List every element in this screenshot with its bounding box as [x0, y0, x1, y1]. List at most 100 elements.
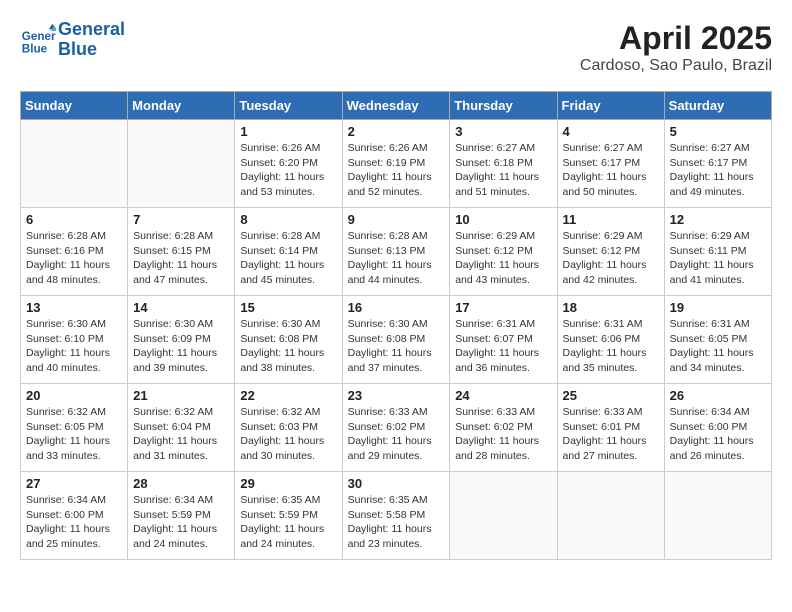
- weekday-header: Sunday: [21, 92, 128, 120]
- day-detail: Sunrise: 6:29 AM Sunset: 6:12 PM Dayligh…: [455, 229, 551, 288]
- day-detail: Sunrise: 6:30 AM Sunset: 6:08 PM Dayligh…: [348, 317, 445, 376]
- day-detail: Sunrise: 6:30 AM Sunset: 6:08 PM Dayligh…: [240, 317, 336, 376]
- page-header: General Blue General Blue April 2025 Car…: [20, 20, 772, 75]
- day-detail: Sunrise: 6:30 AM Sunset: 6:10 PM Dayligh…: [26, 317, 122, 376]
- calendar-cell: 7Sunrise: 6:28 AM Sunset: 6:15 PM Daylig…: [128, 208, 235, 296]
- weekday-header: Monday: [128, 92, 235, 120]
- calendar-cell: [450, 472, 557, 560]
- weekday-header: Friday: [557, 92, 664, 120]
- day-detail: Sunrise: 6:31 AM Sunset: 6:05 PM Dayligh…: [670, 317, 766, 376]
- calendar-cell: 21Sunrise: 6:32 AM Sunset: 6:04 PM Dayli…: [128, 384, 235, 472]
- day-number: 6: [26, 212, 122, 227]
- day-number: 18: [563, 300, 659, 315]
- calendar-cell: 17 Sunrise: 6:31 AM Sunset: 6:07 PM Dayli…: [450, 296, 557, 384]
- day-number: 20: [26, 388, 122, 403]
- day-number: 27: [26, 476, 122, 491]
- day-number: 5: [670, 124, 766, 139]
- day-number: 9: [348, 212, 445, 227]
- day-detail: Sunrise: 6:31 AM Sunset: 6:07 PM Dayligh…: [455, 317, 551, 376]
- day-detail: Sunrise: 6:33 AM Sunset: 6:02 PM Dayligh…: [455, 405, 551, 464]
- calendar-cell: [21, 120, 128, 208]
- calendar-cell: 24 Sunrise: 6:33 AM Sunset: 6:02 PM Dayli…: [450, 384, 557, 472]
- day-number: 11: [563, 212, 659, 227]
- day-number: 19: [670, 300, 766, 315]
- day-detail: Sunrise: 6:32 AM Sunset: 6:05 PM Dayligh…: [26, 405, 122, 464]
- calendar-cell: 20 Sunrise: 6:32 AM Sunset: 6:05 PM Dayli…: [21, 384, 128, 472]
- day-number: 14: [133, 300, 229, 315]
- day-number: 8: [240, 212, 336, 227]
- logo-icon: General Blue: [20, 22, 56, 58]
- month-title: April 2025: [580, 20, 772, 57]
- day-number: 7: [133, 212, 229, 227]
- day-number: 4: [563, 124, 659, 139]
- svg-text:Blue: Blue: [22, 42, 48, 55]
- calendar-cell: 3Sunrise: 6:27 AM Sunset: 6:18 PM Daylig…: [450, 120, 557, 208]
- logo-text: General Blue: [58, 20, 125, 60]
- calendar-cell: 15 Sunrise: 6:30 AM Sunset: 6:08 PM Dayli…: [235, 296, 342, 384]
- calendar-cell: 14 Sunrise: 6:30 AM Sunset: 6:09 PM Dayli…: [128, 296, 235, 384]
- title-block: April 2025 Cardoso, Sao Paulo, Brazil: [580, 20, 772, 75]
- day-number: 15: [240, 300, 336, 315]
- day-number: 10: [455, 212, 551, 227]
- calendar-cell: 28 Sunrise: 6:34 AM Sunset: 5:59 PM Dayli…: [128, 472, 235, 560]
- day-number: 3: [455, 124, 551, 139]
- day-detail: Sunrise: 6:26 AM Sunset: 6:19 PM Dayligh…: [348, 141, 445, 200]
- day-detail: Sunrise: 6:35 AM Sunset: 5:58 PM Dayligh…: [348, 493, 445, 552]
- calendar-cell: 5Sunrise: 6:27 AM Sunset: 6:17 PM Daylig…: [664, 120, 771, 208]
- calendar-cell: 4 Sunrise: 6:27 AM Sunset: 6:17 PM Daylig…: [557, 120, 664, 208]
- day-detail: Sunrise: 6:26 AM Sunset: 6:20 PM Dayligh…: [240, 141, 336, 200]
- day-detail: Sunrise: 6:27 AM Sunset: 6:17 PM Dayligh…: [563, 141, 659, 200]
- calendar-cell: 8 Sunrise: 6:28 AM Sunset: 6:14 PM Daylig…: [235, 208, 342, 296]
- calendar-cell: 2 Sunrise: 6:26 AM Sunset: 6:19 PM Daylig…: [342, 120, 450, 208]
- day-detail: Sunrise: 6:30 AM Sunset: 6:09 PM Dayligh…: [133, 317, 229, 376]
- calendar-cell: 19 Sunrise: 6:31 AM Sunset: 6:05 PM Dayli…: [664, 296, 771, 384]
- calendar-cell: 25Sunrise: 6:33 AM Sunset: 6:01 PM Dayli…: [557, 384, 664, 472]
- weekday-header: Wednesday: [342, 92, 450, 120]
- calendar-cell: 26Sunrise: 6:34 AM Sunset: 6:00 PM Dayli…: [664, 384, 771, 472]
- day-detail: Sunrise: 6:28 AM Sunset: 6:16 PM Dayligh…: [26, 229, 122, 288]
- calendar-cell: 22 Sunrise: 6:32 AM Sunset: 6:03 PM Dayli…: [235, 384, 342, 472]
- calendar-week-row: 13 Sunrise: 6:30 AM Sunset: 6:10 PM Dayli…: [21, 296, 772, 384]
- calendar: SundayMondayTuesdayWednesdayThursdayFrid…: [20, 91, 772, 560]
- calendar-week-row: 1Sunrise: 6:26 AM Sunset: 6:20 PM Daylig…: [21, 120, 772, 208]
- svg-text:General: General: [22, 30, 56, 43]
- calendar-cell: 6 Sunrise: 6:28 AM Sunset: 6:16 PM Daylig…: [21, 208, 128, 296]
- day-number: 13: [26, 300, 122, 315]
- calendar-cell: 13 Sunrise: 6:30 AM Sunset: 6:10 PM Dayli…: [21, 296, 128, 384]
- day-detail: Sunrise: 6:32 AM Sunset: 6:04 PM Dayligh…: [133, 405, 229, 464]
- calendar-week-row: 20 Sunrise: 6:32 AM Sunset: 6:05 PM Dayli…: [21, 384, 772, 472]
- calendar-week-row: 6 Sunrise: 6:28 AM Sunset: 6:16 PM Daylig…: [21, 208, 772, 296]
- calendar-cell: 12Sunrise: 6:29 AM Sunset: 6:11 PM Dayli…: [664, 208, 771, 296]
- day-detail: Sunrise: 6:31 AM Sunset: 6:06 PM Dayligh…: [563, 317, 659, 376]
- calendar-cell: 23Sunrise: 6:33 AM Sunset: 6:02 PM Dayli…: [342, 384, 450, 472]
- weekday-header: Tuesday: [235, 92, 342, 120]
- calendar-cell: [557, 472, 664, 560]
- day-detail: Sunrise: 6:34 AM Sunset: 5:59 PM Dayligh…: [133, 493, 229, 552]
- day-number: 30: [348, 476, 445, 491]
- day-detail: Sunrise: 6:35 AM Sunset: 5:59 PM Dayligh…: [240, 493, 336, 552]
- calendar-cell: 30 Sunrise: 6:35 AM Sunset: 5:58 PM Dayli…: [342, 472, 450, 560]
- day-detail: Sunrise: 6:34 AM Sunset: 6:00 PM Dayligh…: [26, 493, 122, 552]
- calendar-cell: 11 Sunrise: 6:29 AM Sunset: 6:12 PM Dayli…: [557, 208, 664, 296]
- day-number: 2: [348, 124, 445, 139]
- day-number: 17: [455, 300, 551, 315]
- day-number: 28: [133, 476, 229, 491]
- weekday-header: Saturday: [664, 92, 771, 120]
- day-detail: Sunrise: 6:28 AM Sunset: 6:14 PM Dayligh…: [240, 229, 336, 288]
- weekday-header: Thursday: [450, 92, 557, 120]
- day-detail: Sunrise: 6:32 AM Sunset: 6:03 PM Dayligh…: [240, 405, 336, 464]
- day-number: 22: [240, 388, 336, 403]
- calendar-cell: 1Sunrise: 6:26 AM Sunset: 6:20 PM Daylig…: [235, 120, 342, 208]
- calendar-cell: 18 Sunrise: 6:31 AM Sunset: 6:06 PM Dayli…: [557, 296, 664, 384]
- calendar-cell: [664, 472, 771, 560]
- day-detail: Sunrise: 6:33 AM Sunset: 6:02 PM Dayligh…: [348, 405, 445, 464]
- calendar-cell: 29Sunrise: 6:35 AM Sunset: 5:59 PM Dayli…: [235, 472, 342, 560]
- day-number: 24: [455, 388, 551, 403]
- logo: General Blue General Blue: [20, 20, 125, 60]
- calendar-cell: 9Sunrise: 6:28 AM Sunset: 6:13 PM Daylig…: [342, 208, 450, 296]
- day-detail: Sunrise: 6:29 AM Sunset: 6:12 PM Dayligh…: [563, 229, 659, 288]
- calendar-cell: 27 Sunrise: 6:34 AM Sunset: 6:00 PM Dayli…: [21, 472, 128, 560]
- calendar-cell: 16Sunrise: 6:30 AM Sunset: 6:08 PM Dayli…: [342, 296, 450, 384]
- weekday-header-row: SundayMondayTuesdayWednesdayThursdayFrid…: [21, 92, 772, 120]
- day-number: 12: [670, 212, 766, 227]
